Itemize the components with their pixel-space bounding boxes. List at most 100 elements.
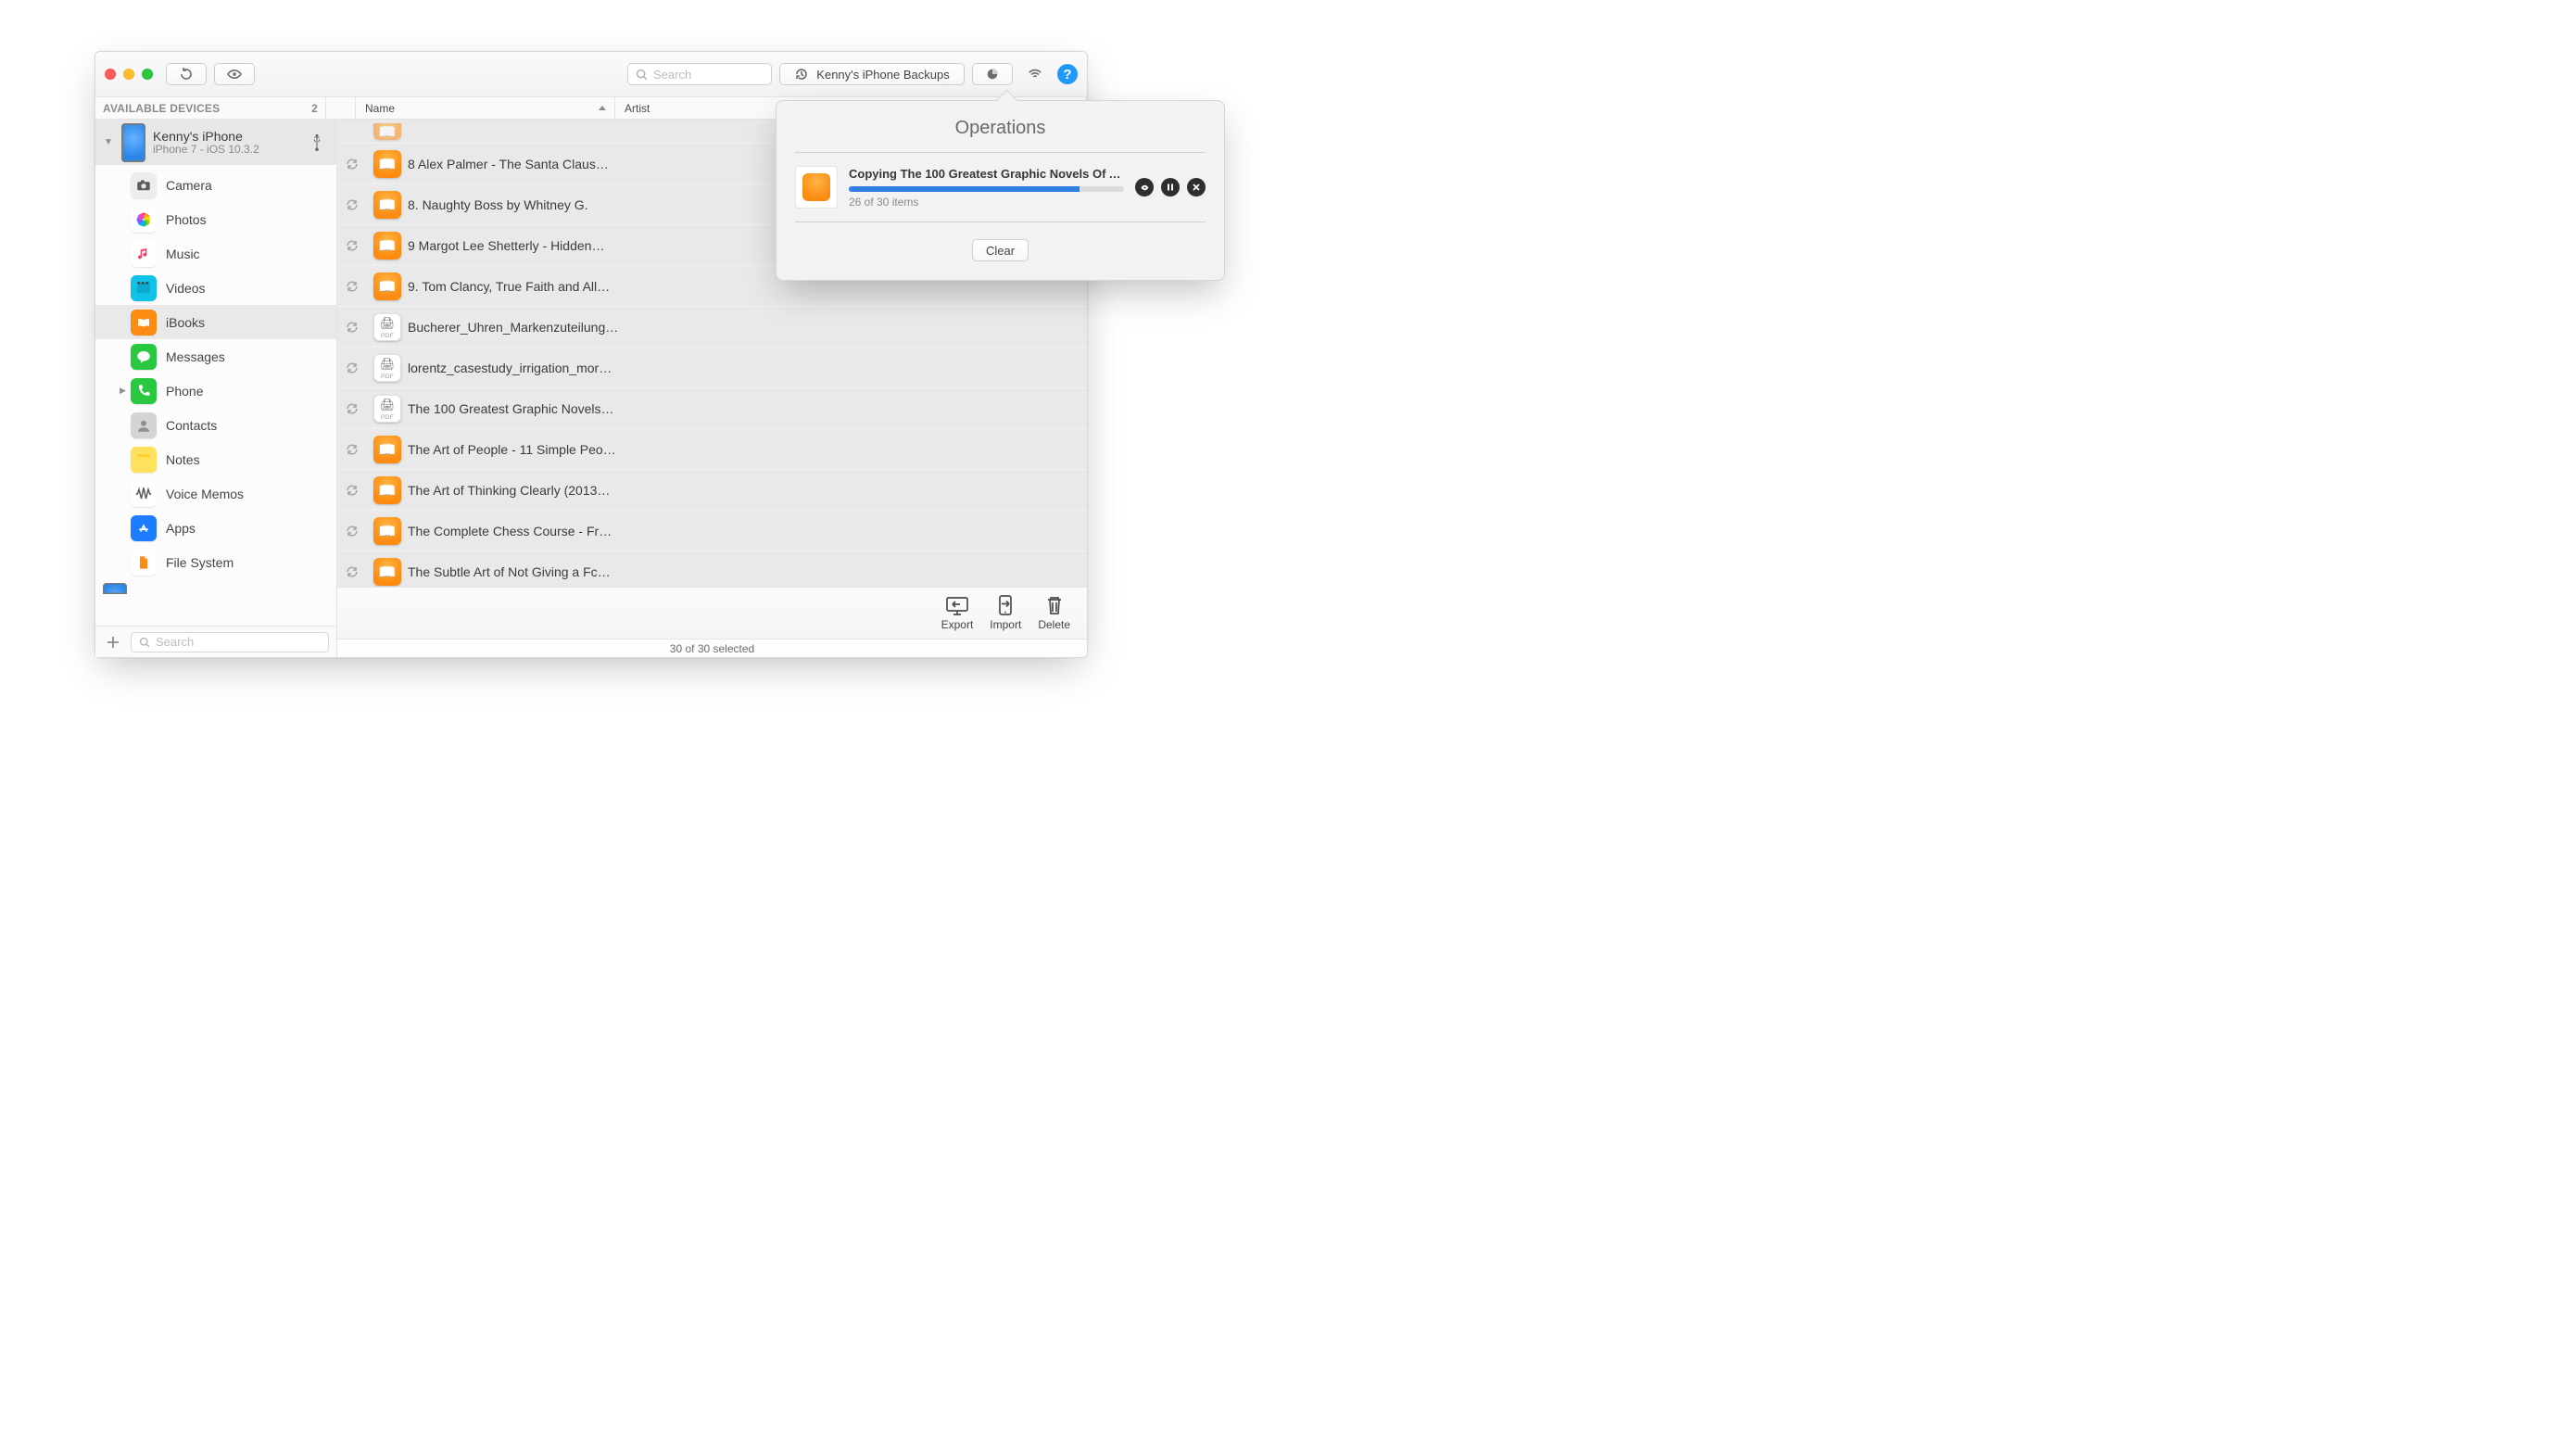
next-device-peek[interactable] [95,579,336,594]
sidebar-item-apps[interactable]: Apps [95,511,336,545]
table-row[interactable]: The Subtle Art of Not Giving a Fc… [337,551,1087,587]
device-thumbnail-icon [103,583,127,594]
chat-icon [131,344,157,370]
sidebar-item-label: Music [166,247,200,261]
sidebar-footer: Search [95,626,336,657]
sync-status-icon [337,320,367,335]
reload-button[interactable] [166,63,207,85]
disclosure-triangle-icon[interactable]: ▼ [103,137,114,147]
sidebar-device-count: 2 [311,102,325,115]
table-row[interactable]: The 100 Greatest Graphic Novels… [337,388,1087,429]
row-name-label: The Art of People - 11 Simple Peo… [408,442,1087,457]
pause-icon [1166,183,1175,192]
trash-icon [1042,595,1067,615]
operation-title: Copying The 100 Greatest Graphic Novels … [849,167,1124,181]
table-row[interactable]: Bucherer_Uhren_Markenzuteilung… [337,307,1087,348]
traffic-close-icon[interactable] [105,69,116,80]
export-button[interactable]: Export [941,595,974,631]
import-button[interactable]: Import [990,595,1021,631]
device-name: Kenny's iPhone [153,129,259,144]
sync-status-icon [337,401,367,416]
quicklook-button[interactable] [214,63,255,85]
sidebar-item-photos[interactable]: Photos [95,202,336,236]
add-button[interactable] [103,632,123,652]
sidebar-header-label: AVAILABLE DEVICES [103,102,220,115]
toolbar-search-input[interactable]: Search [627,63,772,85]
sidebar-item-label: Notes [166,452,200,467]
content-footer: Export Import Delete [337,587,1087,639]
help-button[interactable]: ? [1057,64,1078,84]
pdf-icon [373,395,401,423]
row-name-label: The 100 Greatest Graphic Novels… [408,401,1087,416]
table-row[interactable]: The Complete Chess Course - Fr… [337,511,1087,551]
backups-button[interactable]: Kenny's iPhone Backups [779,63,965,85]
sidebar-item-camera[interactable]: Camera [95,168,336,202]
usb-connection-icon [305,131,329,155]
sync-status-icon [337,483,367,498]
row-name-label: The Subtle Art of Not Giving a Fc… [408,564,1087,579]
operations-button[interactable] [972,63,1013,85]
sidebar-item-file-system[interactable]: File System [95,545,336,579]
eye-icon [1140,183,1150,193]
sidebar-item-notes[interactable]: Notes [95,442,336,476]
photos-icon [131,207,157,233]
operation-subtitle: 26 of 30 items [849,196,1124,209]
sync-status-icon [337,238,367,253]
reveal-button[interactable] [1135,178,1154,196]
sidebar-item-label: Voice Memos [166,487,244,501]
sidebar-item-videos[interactable]: Videos [95,271,336,305]
operation-row: Copying The 100 Greatest Graphic Novels … [795,166,1206,209]
sync-status-icon [337,361,367,375]
pdf-icon [373,354,401,382]
eye-icon [227,67,242,82]
book-icon [373,232,401,260]
sync-status-icon [337,524,367,538]
wifi-sync-button[interactable] [1020,63,1050,85]
status-bar: 30 of 30 selected [337,639,1087,657]
traffic-zoom-icon[interactable] [142,69,153,80]
notes-icon [131,447,157,473]
book-icon [373,476,401,504]
sidebar-item-phone[interactable]: Phone [95,374,336,408]
operations-popover: Operations Copying The 100 Greatest Grap… [776,100,1225,281]
sidebar-search-input[interactable]: Search [131,632,329,652]
cancel-button[interactable] [1187,178,1206,196]
sidebar-item-music[interactable]: Music [95,236,336,271]
toolbar-search-placeholder: Search [653,68,691,82]
column-name[interactable]: Name [356,97,615,119]
sidebar-item-label: Camera [166,178,212,193]
table-row[interactable]: lorentz_casestudy_irrigation_mor… [337,348,1087,388]
wifi-sync-icon [1028,67,1042,82]
history-icon [794,67,809,82]
clear-button[interactable]: Clear [972,239,1029,261]
pie-icon [985,67,1000,82]
sidebar-item-voice-memos[interactable]: Voice Memos [95,476,336,511]
sidebar: ▼ Kenny's iPhone iPhone 7 - iOS 10.3.2 C… [95,120,337,657]
delete-button[interactable]: Delete [1038,595,1070,631]
sidebar-item-ibooks[interactable]: iBooks [95,305,336,339]
device-row[interactable]: ▼ Kenny's iPhone iPhone 7 - iOS 10.3.2 [95,120,336,166]
status-text: 30 of 30 selected [670,642,754,655]
question-icon: ? [1063,67,1071,82]
videos-icon [131,275,157,301]
search-icon [636,69,648,81]
row-name-label: The Complete Chess Course - Fr… [408,524,1087,538]
pause-button[interactable] [1161,178,1180,196]
operation-thumbnail [795,166,838,209]
table-row[interactable]: The Art of Thinking Clearly (2013… [337,470,1087,511]
sidebar-item-messages[interactable]: Messages [95,339,336,374]
close-icon [1192,183,1201,192]
titlebar: Search Kenny's iPhone Backups ? [95,52,1087,97]
table-row[interactable]: The Art of People - 11 Simple Peo… [337,429,1087,470]
sidebar-item-contacts[interactable]: Contacts [95,408,336,442]
sync-status-icon [337,442,367,457]
import-icon [993,595,1017,615]
row-name-label: lorentz_casestudy_irrigation_mor… [408,361,1087,375]
search-icon [139,637,150,648]
book-icon [373,272,401,300]
book-icon [131,310,157,336]
sidebar-item-label: Messages [166,349,225,364]
traffic-minimize-icon[interactable] [123,69,134,80]
person-icon [131,412,157,438]
book-icon [373,436,401,463]
